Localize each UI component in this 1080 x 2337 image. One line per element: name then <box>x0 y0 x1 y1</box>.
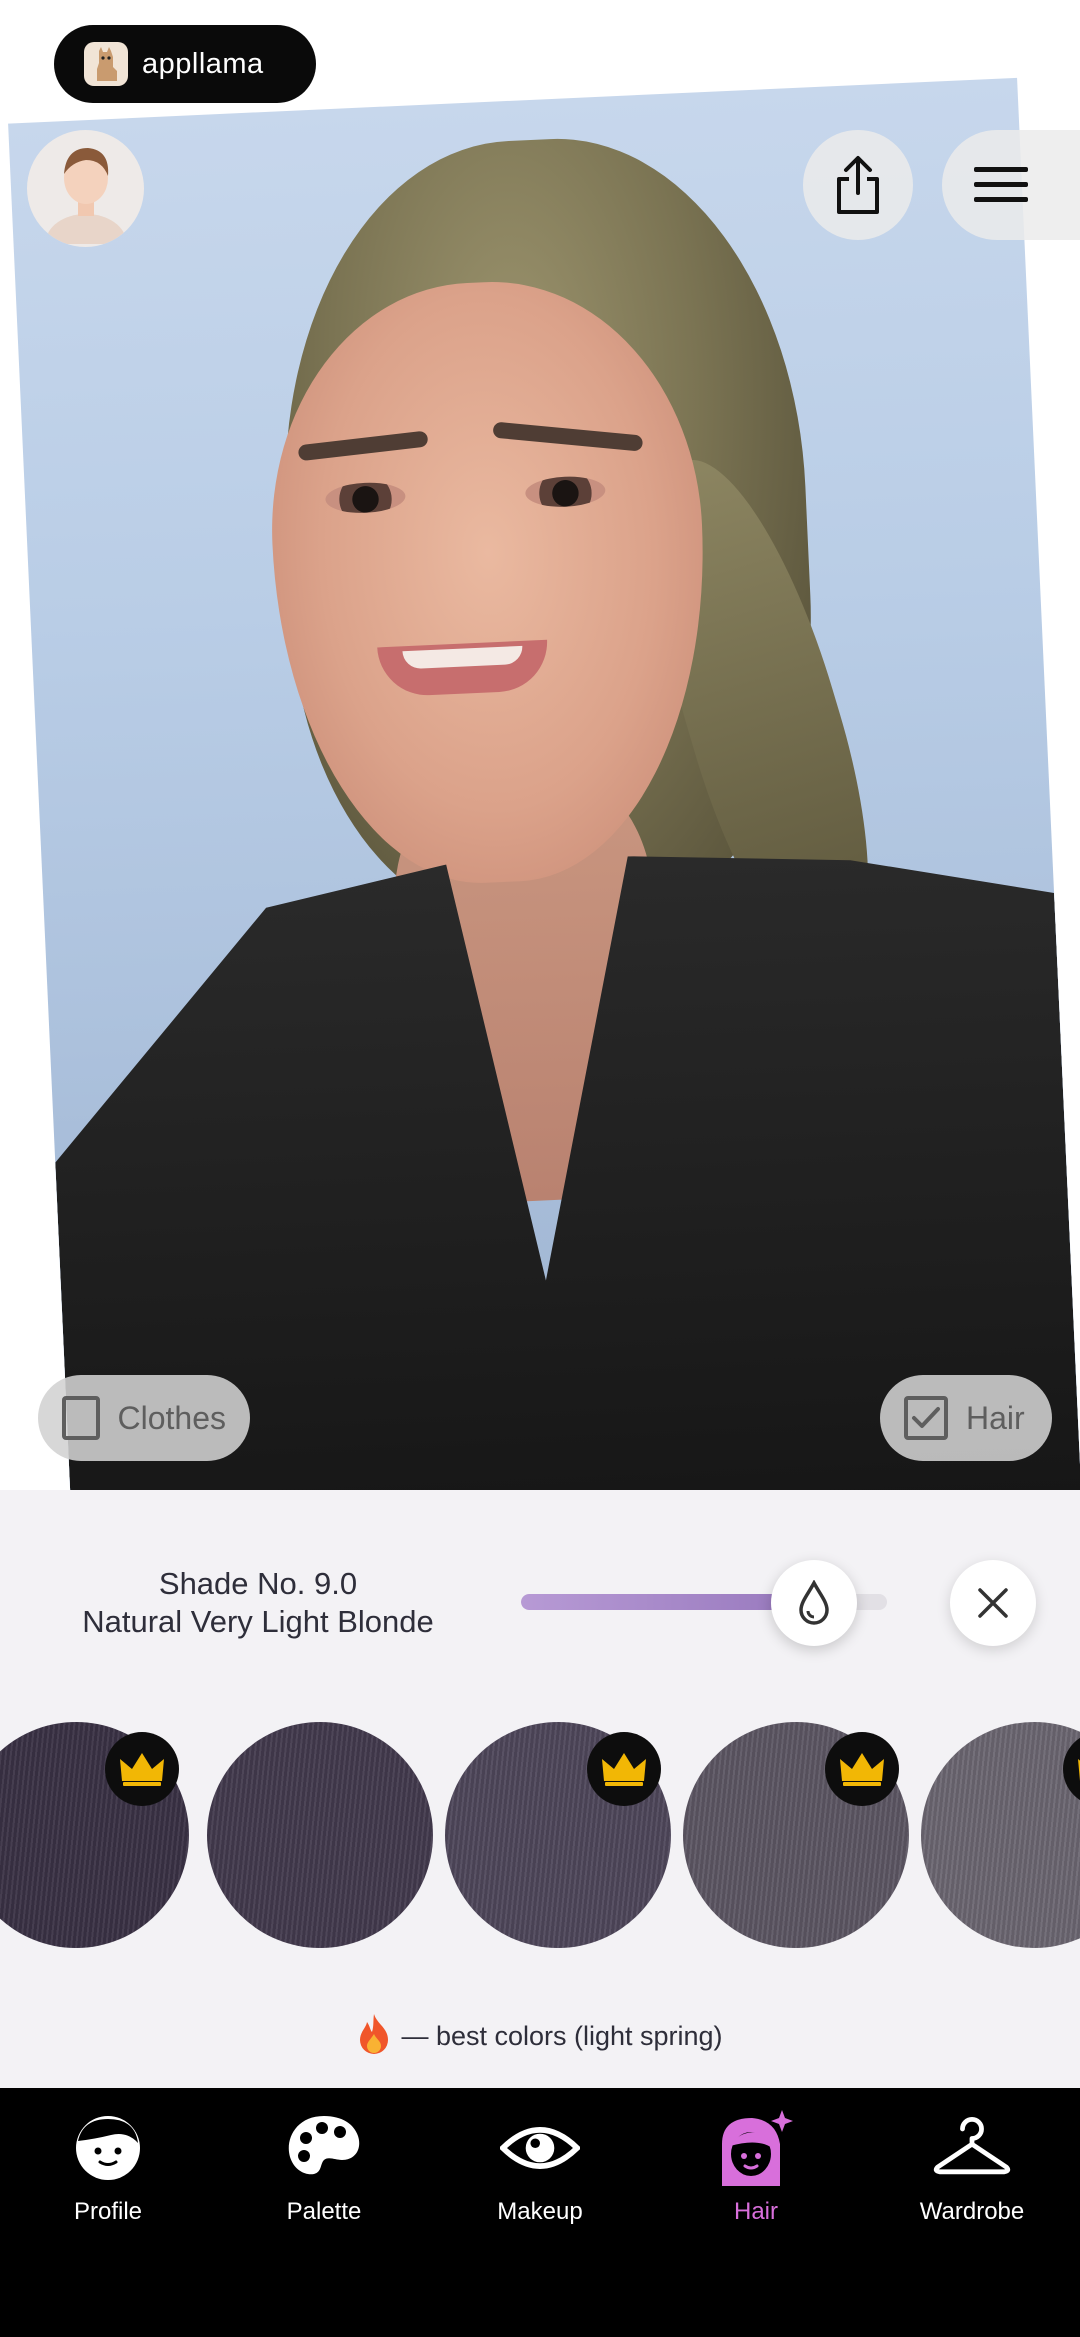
drop-icon <box>799 1580 829 1625</box>
nav-item-makeup[interactable]: Makeup <box>432 2108 648 2248</box>
intensity-slider-fill <box>521 1594 789 1610</box>
hair-color-swatch[interactable] <box>921 1722 1080 1948</box>
avatar-button[interactable] <box>27 130 144 247</box>
nav-item-hair[interactable]: Hair <box>648 2108 864 2248</box>
hair-toggle[interactable]: Hair <box>880 1375 1052 1461</box>
brand-badge[interactable]: appllama <box>54 25 316 103</box>
hair-label: Hair <box>966 1399 1025 1436</box>
eye-icon <box>500 2108 580 2188</box>
face-icon <box>68 2108 148 2188</box>
clothes-label: Clothes <box>117 1399 227 1436</box>
nav-label-profile: Profile <box>73 2198 143 2225</box>
crown-icon <box>825 1732 899 1806</box>
shade-panel: Shade No. 9.0 Natural Very Light Blonde … <box>0 1490 1080 2088</box>
hair-checkbox[interactable] <box>904 1396 948 1440</box>
clothes-toggle[interactable]: Clothes <box>38 1375 250 1461</box>
close-icon <box>978 1588 1008 1618</box>
nav-label-palette: Palette <box>286 2198 362 2225</box>
brand-name: appllama <box>142 47 264 80</box>
shade-title: Shade No. 9.0 <box>158 1566 358 1601</box>
close-button[interactable] <box>950 1560 1036 1646</box>
hair-color-swatch[interactable] <box>207 1722 433 1948</box>
nav-item-profile[interactable]: Profile <box>0 2108 216 2248</box>
clothes-checkbox[interactable] <box>62 1396 100 1440</box>
bottom-nav: Profile Palette Makeup Hair Wardrobe <box>0 2088 1080 2337</box>
best-colors-note: — best colors (light spring) <box>0 2012 1080 2061</box>
nav-label-hair: Hair <box>733 2198 778 2225</box>
nav-item-wardrobe[interactable]: Wardrobe <box>864 2108 1080 2248</box>
share-icon <box>837 156 879 214</box>
user-avatar-icon <box>45 147 126 244</box>
fire-icon <box>357 2012 391 2061</box>
crown-icon <box>587 1732 661 1806</box>
checkmark-icon <box>912 1407 940 1428</box>
intensity-slider-thumb[interactable] <box>771 1560 857 1646</box>
nav-label-makeup: Makeup <box>497 2198 583 2225</box>
hair-sparkle-icon <box>716 2108 796 2188</box>
palette-icon <box>284 2108 364 2188</box>
nav-label-wardrobe: Wardrobe <box>919 2198 1025 2225</box>
crown-icon <box>105 1732 179 1806</box>
screen: appllama Clothes Hair Shade No. 9.0 Natu… <box>0 0 1080 2337</box>
best-colors-text: — best colors (light spring) <box>401 2021 723 2051</box>
menu-button[interactable] <box>942 130 1080 240</box>
share-button[interactable] <box>803 130 913 240</box>
portrait-photo <box>8 77 1080 1490</box>
hamburger-menu-icon <box>974 167 1028 202</box>
llama-logo-icon <box>84 42 128 86</box>
shade-description: Natural Very Light Blonde <box>82 1604 434 1639</box>
photo-area <box>0 0 1080 1490</box>
hanger-icon <box>932 2108 1012 2188</box>
nav-item-palette[interactable]: Palette <box>216 2108 432 2248</box>
swatch-row[interactable]: 1.25.26.27.28.2 <box>0 1722 1080 1962</box>
